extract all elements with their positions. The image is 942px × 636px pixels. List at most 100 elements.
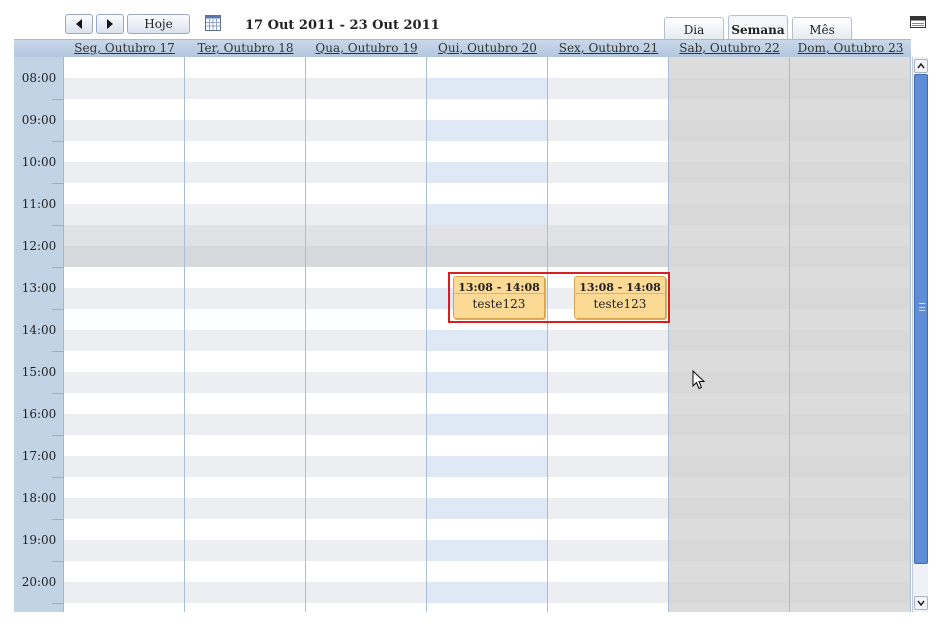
time-slot[interactable] (64, 372, 184, 393)
time-slot[interactable] (185, 57, 305, 78)
time-slot[interactable] (64, 435, 184, 456)
time-slot[interactable] (185, 183, 305, 204)
time-slot[interactable] (185, 120, 305, 141)
time-slot[interactable] (669, 414, 789, 435)
time-slot[interactable] (548, 246, 668, 267)
time-slot[interactable] (548, 561, 668, 582)
time-slot[interactable] (548, 540, 668, 561)
time-slot[interactable] (427, 246, 547, 267)
time-slot[interactable] (185, 603, 305, 612)
time-slot[interactable] (790, 225, 910, 246)
time-slot[interactable] (427, 519, 547, 540)
time-slot[interactable] (185, 225, 305, 246)
time-slot[interactable] (64, 351, 184, 372)
time-slot[interactable] (306, 477, 426, 498)
time-slot[interactable] (306, 519, 426, 540)
time-slot[interactable] (669, 372, 789, 393)
time-slot[interactable] (790, 519, 910, 540)
time-slot[interactable] (669, 498, 789, 519)
tab-month[interactable]: Mês (792, 17, 852, 39)
time-slot[interactable] (306, 225, 426, 246)
time-slot[interactable] (427, 414, 547, 435)
time-slot[interactable] (790, 309, 910, 330)
time-slot[interactable] (790, 393, 910, 414)
time-slot[interactable] (427, 561, 547, 582)
time-slot[interactable] (790, 498, 910, 519)
time-slot[interactable] (427, 351, 547, 372)
time-slot[interactable] (548, 582, 668, 603)
day-header-wed[interactable]: Qua, Outubro 19 (306, 40, 427, 58)
vertical-scrollbar[interactable] (912, 57, 928, 612)
time-slot[interactable] (306, 498, 426, 519)
time-slot[interactable] (306, 57, 426, 78)
time-slot[interactable] (548, 330, 668, 351)
time-slot[interactable] (185, 498, 305, 519)
time-slot[interactable] (185, 330, 305, 351)
time-slot[interactable] (427, 204, 547, 225)
time-slot[interactable] (427, 78, 547, 99)
time-slot[interactable] (548, 141, 668, 162)
time-slot[interactable] (306, 267, 426, 288)
time-slot[interactable] (306, 204, 426, 225)
time-slot[interactable] (669, 351, 789, 372)
time-slot[interactable] (790, 603, 910, 612)
time-slot[interactable] (427, 456, 547, 477)
time-slot[interactable] (306, 288, 426, 309)
scroll-thumb[interactable] (914, 74, 928, 564)
time-slot[interactable] (790, 288, 910, 309)
time-slot[interactable] (669, 267, 789, 288)
time-slot[interactable] (185, 435, 305, 456)
time-slot[interactable] (185, 351, 305, 372)
day-column[interactable] (64, 57, 185, 612)
time-slot[interactable] (185, 519, 305, 540)
time-slot[interactable] (306, 141, 426, 162)
time-slot[interactable] (64, 414, 184, 435)
time-slot[interactable] (790, 414, 910, 435)
time-slot[interactable] (548, 498, 668, 519)
time-slot[interactable] (427, 57, 547, 78)
time-slot[interactable] (427, 372, 547, 393)
time-slot[interactable] (548, 78, 668, 99)
time-slot[interactable] (790, 267, 910, 288)
time-slot[interactable] (64, 78, 184, 99)
day-header-sun[interactable]: Dom, Outubro 23 (790, 40, 911, 58)
tab-week[interactable]: Semana (728, 15, 788, 39)
time-slot[interactable] (790, 582, 910, 603)
day-column[interactable] (669, 57, 790, 612)
time-slot[interactable] (669, 603, 789, 612)
time-slot[interactable] (790, 561, 910, 582)
window-minimize-icon[interactable] (910, 16, 926, 28)
day-header-fri[interactable]: Sex, Outubro 21 (548, 40, 669, 58)
time-slot[interactable] (306, 183, 426, 204)
time-slot[interactable] (185, 162, 305, 183)
time-slot[interactable] (427, 141, 547, 162)
time-slot[interactable] (669, 225, 789, 246)
time-slot[interactable] (548, 435, 668, 456)
time-slot[interactable] (64, 162, 184, 183)
time-slot[interactable] (669, 183, 789, 204)
time-slot[interactable] (790, 162, 910, 183)
time-slot[interactable] (669, 330, 789, 351)
time-slot[interactable] (306, 372, 426, 393)
time-slot[interactable] (306, 120, 426, 141)
time-slot[interactable] (548, 414, 668, 435)
time-slot[interactable] (669, 78, 789, 99)
time-slot[interactable] (669, 477, 789, 498)
time-slot[interactable] (306, 351, 426, 372)
time-slot[interactable] (64, 183, 184, 204)
day-column[interactable] (548, 57, 669, 612)
time-slot[interactable] (64, 582, 184, 603)
day-column[interactable] (185, 57, 306, 612)
previous-week-button[interactable] (65, 14, 93, 34)
time-slot[interactable] (790, 120, 910, 141)
time-slot[interactable] (185, 288, 305, 309)
today-button[interactable]: Hoje (127, 14, 190, 34)
time-slot[interactable] (185, 78, 305, 99)
time-slot[interactable] (306, 561, 426, 582)
day-column[interactable] (790, 57, 911, 612)
time-slot[interactable] (427, 435, 547, 456)
time-slot[interactable] (790, 372, 910, 393)
time-slot[interactable] (306, 582, 426, 603)
time-slot[interactable] (548, 456, 668, 477)
time-slot[interactable] (306, 162, 426, 183)
